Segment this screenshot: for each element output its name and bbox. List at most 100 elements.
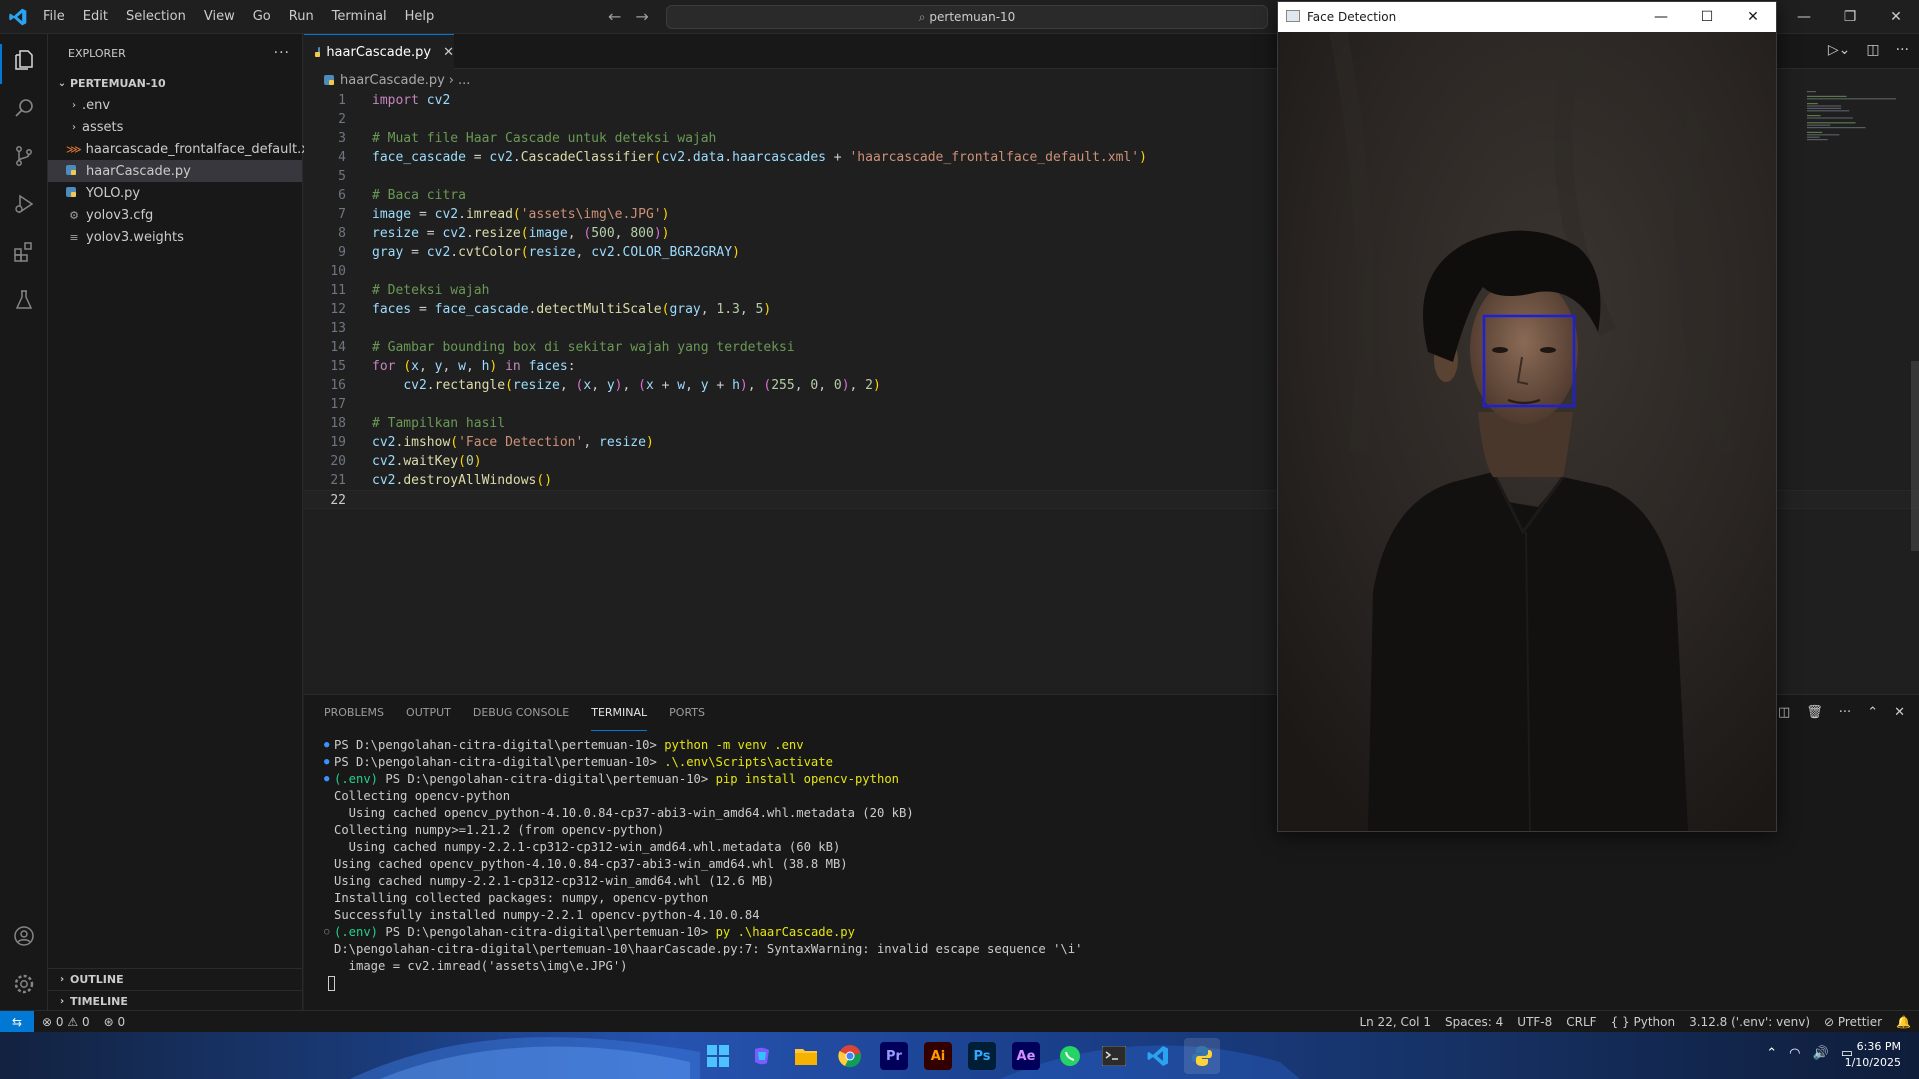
tree-item-yolov3-weights[interactable]: ≡ yolov3.weights	[48, 226, 302, 248]
ports-status[interactable]: ⊛ 0	[104, 1011, 126, 1033]
tree-item-haarcascade-py[interactable]: haarCascade.py	[48, 160, 302, 182]
trash-icon[interactable]: 🗑	[1806, 705, 1823, 720]
face-detection-titlebar[interactable]: Face Detection — ☐ ✕	[1278, 2, 1776, 32]
menu-view[interactable]: View	[195, 0, 244, 34]
app-label: Pr	[886, 1048, 902, 1064]
language-mode[interactable]: { } Python	[1611, 1011, 1676, 1033]
restore-button[interactable]: ❐	[1827, 0, 1873, 34]
cursor-position[interactable]: Ln 22, Col 1	[1359, 1011, 1431, 1033]
after-effects-icon[interactable]: Ae	[1012, 1042, 1040, 1070]
testing-flask-icon[interactable]	[12, 288, 36, 312]
source-control-icon[interactable]	[12, 144, 36, 168]
command-decoration-icon[interactable]: ○	[324, 924, 334, 941]
minimize-button[interactable]: —	[1781, 0, 1827, 34]
tab-output[interactable]: OUTPUT	[406, 695, 451, 731]
settings-gear-icon[interactable]	[12, 972, 36, 996]
tab-ports[interactable]: PORTS	[669, 695, 705, 731]
illustrator-icon[interactable]: Ai	[924, 1042, 952, 1070]
menu-file[interactable]: File	[34, 0, 74, 34]
run-python-icon[interactable]: ▷⌄	[1828, 42, 1851, 58]
more-actions-icon[interactable]: ···	[274, 45, 290, 61]
accounts-icon[interactable]	[12, 924, 36, 948]
forward-arrow-icon[interactable]: →	[635, 7, 648, 26]
menu-help[interactable]: Help	[396, 0, 444, 34]
outline-section[interactable]: › OUTLINE	[48, 968, 303, 990]
tree-item-env[interactable]: › .env	[48, 94, 302, 116]
terminal-gutter	[324, 805, 334, 822]
fd-minimize-button[interactable]: —	[1638, 2, 1684, 32]
file-explorer-icon[interactable]	[788, 1038, 824, 1074]
line-number: 8	[338, 226, 346, 241]
back-arrow-icon[interactable]: ←	[608, 7, 621, 26]
encoding[interactable]: UTF-8	[1517, 1011, 1552, 1033]
whatsapp-icon[interactable]	[1052, 1038, 1088, 1074]
show-hidden-icons-icon[interactable]: ⌃	[1766, 1046, 1777, 1061]
tab-debug-console[interactable]: DEBUG CONSOLE	[473, 695, 569, 731]
line-number: 14	[330, 340, 346, 355]
command-center-search[interactable]: ⌕ pertemuan-10	[666, 5, 1268, 29]
wifi-icon[interactable]: ◠	[1789, 1046, 1800, 1061]
chrome-icon[interactable]	[832, 1038, 868, 1074]
workspace-folder[interactable]: ⌄ PERTEMUAN-10	[48, 72, 302, 94]
terminal-input-line[interactable]	[324, 975, 1082, 992]
notifications-bell-icon[interactable]: 🔔	[1896, 1011, 1911, 1033]
panel-more-icon[interactable]: ···	[1839, 705, 1851, 720]
python-interpreter[interactable]: 3.12.8 ('.env': venv)	[1689, 1011, 1810, 1033]
menu-go[interactable]: Go	[244, 0, 280, 34]
tab-haarcascade-py[interactable]: haarCascade.py ✕	[304, 34, 454, 69]
photoshop-icon[interactable]: Ps	[968, 1042, 996, 1070]
terminal-gutter	[324, 873, 334, 890]
fd-close-button[interactable]: ✕	[1730, 2, 1776, 32]
tab-problems[interactable]: PROBLEMS	[324, 695, 384, 731]
menu-selection[interactable]: Selection	[117, 0, 195, 34]
editor-scrollbar[interactable]	[1909, 91, 1919, 691]
prettier-status[interactable]: ⊘ Prettier	[1824, 1011, 1882, 1033]
split-editor-icon[interactable]: ◫	[1866, 42, 1879, 58]
menu-terminal[interactable]: Terminal	[323, 0, 396, 34]
volume-icon[interactable]: 🔊	[1813, 1046, 1829, 1061]
premiere-pro-icon[interactable]: Pr	[880, 1042, 908, 1070]
breadcrumb-file[interactable]: haarCascade.py	[340, 73, 445, 88]
face-detection-window: Face Detection — ☐ ✕	[1277, 1, 1777, 832]
tree-item-label: yolov3.cfg	[86, 207, 154, 223]
fd-maximize-button[interactable]: ☐	[1684, 2, 1730, 32]
terminal-app-icon[interactable]	[1096, 1038, 1132, 1074]
problems-status[interactable]: ⊗ 0 ⚠ 0	[42, 1011, 90, 1033]
split-terminal-icon[interactable]: ◫	[1778, 705, 1790, 720]
face-window-controls: — ☐ ✕	[1638, 2, 1776, 32]
copilot-icon[interactable]	[744, 1038, 780, 1074]
editor-more-icon[interactable]: ···	[1896, 42, 1909, 58]
search-activity-icon[interactable]	[12, 96, 36, 120]
run-debug-icon[interactable]	[12, 192, 36, 216]
python-app-icon[interactable]	[1184, 1038, 1220, 1074]
remote-indicator-button[interactable]: ⇆	[0, 1011, 34, 1033]
timeline-section[interactable]: › TIMELINE	[48, 990, 303, 1012]
tab-terminal[interactable]: TERMINAL	[591, 695, 648, 731]
close-window-button[interactable]: ✕	[1873, 0, 1919, 34]
taskbar-clock[interactable]: 6:36 PM 1/10/2025	[1845, 1039, 1901, 1071]
terminal-prompt: PS D:\pengolahan-citra-digital\pertemuan…	[334, 755, 665, 769]
indentation[interactable]: Spaces: 4	[1445, 1011, 1503, 1033]
vscode-taskbar-icon[interactable]	[1140, 1038, 1176, 1074]
explorer-files-icon[interactable]	[12, 48, 36, 72]
tree-item-yolo-py[interactable]: YOLO.py	[48, 182, 302, 204]
tree-item-assets[interactable]: › assets	[48, 116, 302, 138]
terminal-output[interactable]: ● PS D:\pengolahan-citra-digital\pertemua…	[324, 737, 1082, 992]
command-decoration-icon[interactable]: ●	[324, 737, 334, 754]
minimap[interactable]	[1807, 91, 1905, 151]
explorer-title: EXPLORER	[68, 46, 126, 60]
maximize-panel-icon[interactable]: ⌃	[1867, 705, 1878, 720]
close-tab-icon[interactable]: ✕	[443, 45, 454, 60]
tree-item-haarcascade-xml[interactable]: ⋙ haarcascade_frontalface_default.xml	[48, 138, 325, 160]
menu-run[interactable]: Run	[280, 0, 323, 34]
close-panel-icon[interactable]: ✕	[1894, 705, 1905, 720]
windows-start-icon[interactable]	[700, 1038, 736, 1074]
menu-edit[interactable]: Edit	[74, 0, 117, 34]
command-decoration-icon[interactable]: ●	[324, 754, 334, 771]
line-ending[interactable]: CRLF	[1566, 1011, 1596, 1033]
tree-item-yolov3-cfg[interactable]: ⚙ yolov3.cfg	[48, 204, 302, 226]
terminal-output-text: Using cached numpy-2.2.1-cp312-cp312-win…	[334, 840, 841, 854]
command-decoration-icon[interactable]: ●	[324, 771, 334, 788]
breadcrumb-symbols[interactable]: ...	[458, 73, 470, 88]
extensions-icon[interactable]	[12, 240, 36, 264]
